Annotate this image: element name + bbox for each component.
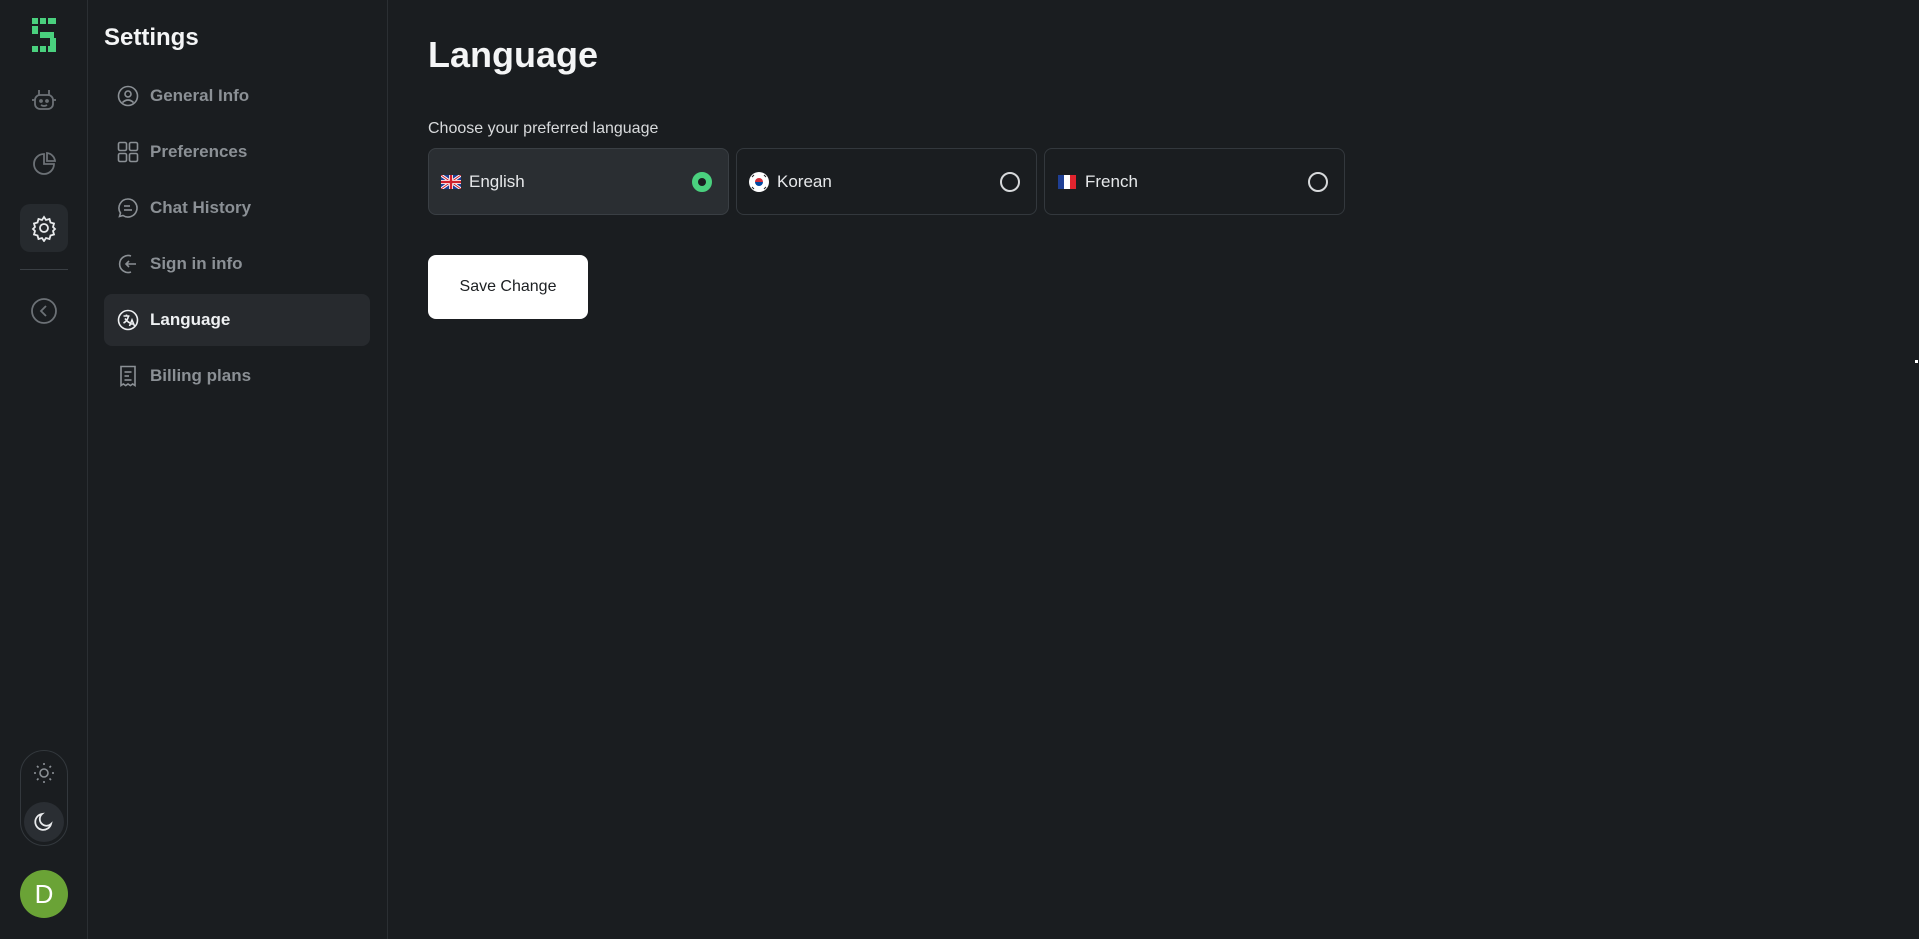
save-change-button[interactable]: Save Change bbox=[428, 255, 588, 319]
uk-flag-icon bbox=[441, 172, 461, 192]
chat-bubble-icon bbox=[116, 196, 140, 220]
page-title: Language bbox=[428, 34, 599, 75]
main-content: Language Choose your preferred language … bbox=[388, 0, 1919, 939]
language-prompt: Choose your preferred language bbox=[428, 120, 659, 137]
sidebar-item-label: Language bbox=[150, 310, 231, 329]
language-label: Korean bbox=[777, 171, 832, 191]
sign-in-icon bbox=[116, 252, 140, 276]
sidebar-item-chat-history[interactable]: Chat History bbox=[104, 182, 370, 234]
sidebar-item-billing-plans[interactable]: Billing plans bbox=[104, 350, 370, 402]
sidebar-item-label: Chat History bbox=[150, 198, 252, 217]
language-radio-french[interactable] bbox=[1308, 171, 1328, 192]
grid-icon bbox=[116, 140, 140, 164]
sidebar-item-language[interactable]: Language bbox=[104, 294, 370, 346]
icon-rail: D bbox=[0, 0, 88, 939]
language-label: French bbox=[1085, 171, 1138, 191]
france-flag-icon bbox=[1057, 172, 1077, 192]
theme-toggle[interactable] bbox=[20, 750, 68, 846]
language-radio-english[interactable] bbox=[692, 171, 712, 192]
sidebar-item-label: Sign in info bbox=[150, 254, 243, 273]
sidebar-item-label: Billing plans bbox=[150, 366, 252, 385]
language-label: English bbox=[469, 171, 525, 191]
sidebar-item-sign-in-info[interactable]: Sign in info bbox=[104, 238, 370, 290]
language-option-korean[interactable]: Korean bbox=[736, 148, 1037, 215]
receipt-icon bbox=[116, 364, 140, 388]
edge-marker bbox=[1915, 360, 1918, 363]
avatar-initial: D bbox=[34, 878, 54, 909]
app-root: D Settings General Info Preferences Chat… bbox=[0, 0, 1919, 939]
avatar[interactable]: D bbox=[20, 870, 68, 918]
gear-icon[interactable] bbox=[20, 204, 68, 252]
sidebar-item-preferences[interactable]: Preferences bbox=[104, 126, 370, 178]
language-option-english[interactable]: English bbox=[428, 148, 729, 215]
collapse-left-icon[interactable] bbox=[20, 287, 68, 335]
sidebar-item-label: Preferences bbox=[150, 142, 248, 161]
brand-logo-icon[interactable] bbox=[28, 16, 60, 54]
user-circle-icon bbox=[116, 84, 140, 108]
sidebar-item-general-info[interactable]: General Info bbox=[104, 70, 370, 122]
settings-sidebar: Settings General Info Preferences Chat H… bbox=[88, 0, 388, 939]
moon-icon[interactable] bbox=[24, 802, 64, 842]
bot-icon[interactable] bbox=[20, 76, 68, 124]
translate-icon bbox=[116, 308, 140, 332]
pie-chart-icon[interactable] bbox=[20, 140, 68, 188]
sidebar-item-label: General Info bbox=[150, 86, 250, 105]
rail-divider bbox=[20, 269, 68, 270]
language-option-french[interactable]: French bbox=[1044, 148, 1345, 215]
language-radio-korean[interactable] bbox=[1000, 171, 1020, 192]
sun-icon[interactable] bbox=[32, 761, 56, 785]
korea-flag-icon bbox=[749, 171, 769, 192]
settings-title: Settings bbox=[104, 24, 199, 51]
